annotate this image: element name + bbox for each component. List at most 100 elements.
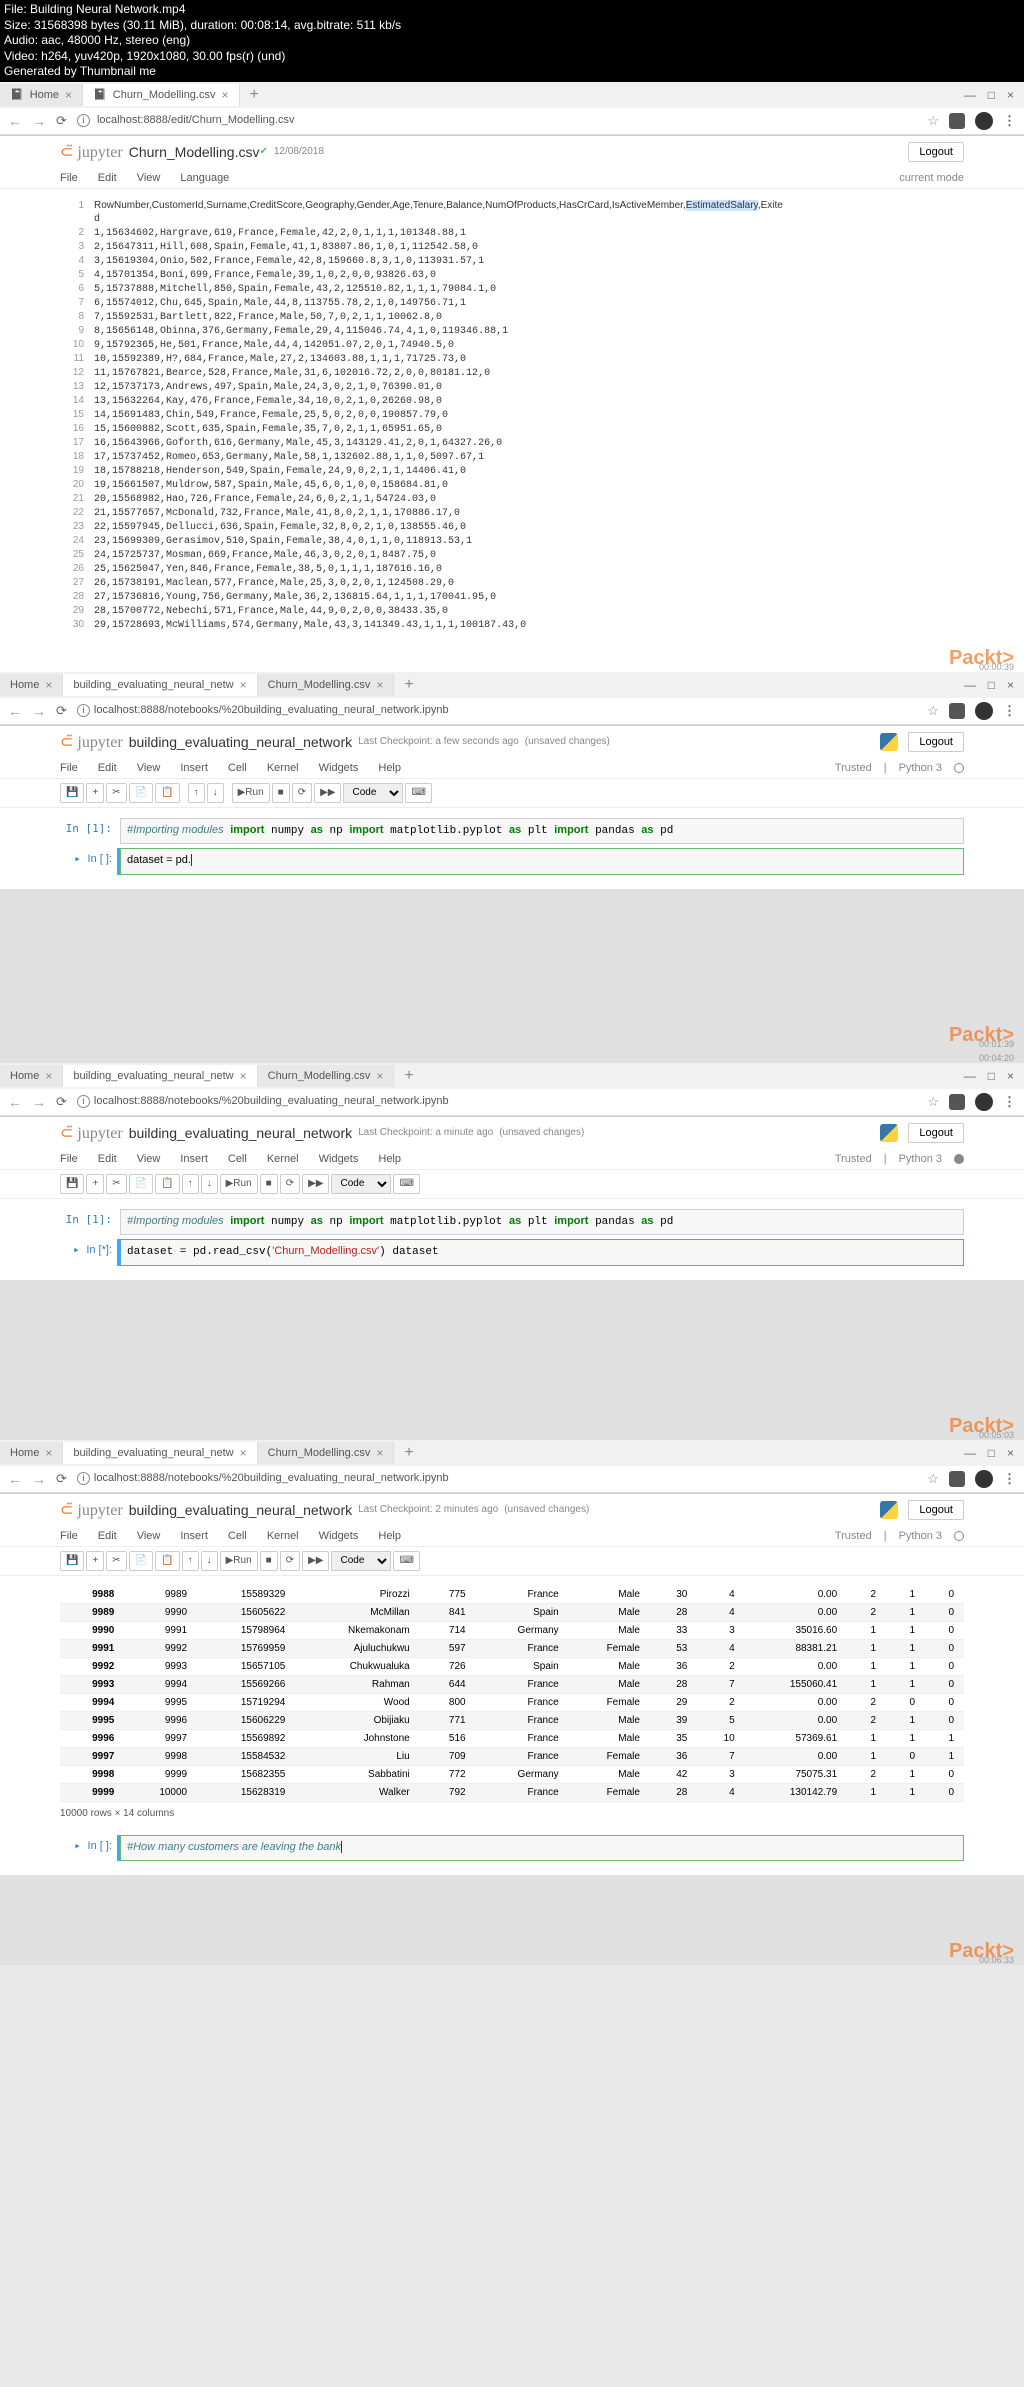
close-icon[interactable]: × [45, 1446, 52, 1460]
tab-csv[interactable]: Churn_Modelling.csv× [258, 1442, 395, 1464]
run-button[interactable]: ▶ Run [220, 1174, 258, 1194]
extension-icon[interactable] [949, 1471, 965, 1487]
forward-button[interactable]: → [32, 113, 46, 129]
address-bar[interactable]: i localhost:8888/edit/Churn_Modelling.cs… [77, 114, 917, 127]
maximize-icon[interactable]: □ [988, 1069, 995, 1083]
logout-button[interactable]: Logout [908, 142, 964, 162]
forward-button[interactable]: → [32, 1471, 46, 1487]
interrupt-button[interactable]: ■ [260, 1551, 278, 1571]
logout-button[interactable]: Logout [908, 732, 964, 752]
jupyter-logo[interactable]: ⊂̃ jupyter [60, 142, 123, 162]
tab-home[interactable]: Home× [0, 674, 63, 696]
menu-kernel[interactable]: Kernel [267, 1530, 299, 1542]
tab-notebook[interactable]: building_evaluating_neural_netw× [63, 1442, 257, 1464]
move-down-button[interactable]: ↓ [207, 783, 224, 803]
add-cell-button[interactable]: + [86, 783, 104, 803]
user-profile-icon[interactable] [975, 112, 993, 130]
notebook-title[interactable]: Churn_Modelling.csv [129, 144, 260, 160]
menu-view[interactable]: View [137, 1530, 161, 1542]
menu-widgets[interactable]: Widgets [319, 1153, 359, 1165]
jupyter-logo[interactable]: ⊂̃ jupyter [60, 1500, 123, 1520]
bookmark-icon[interactable]: ☆ [927, 703, 939, 719]
bookmark-icon[interactable]: ☆ [927, 1094, 939, 1110]
menu-edit[interactable]: Edit [98, 1530, 117, 1542]
menu-view[interactable]: View [137, 172, 161, 184]
cell-type-select[interactable]: Code [331, 1551, 391, 1571]
reload-button[interactable]: ⟳ [56, 703, 67, 719]
code-cell-1[interactable]: In [1]: #Importing modules import numpy … [60, 1209, 964, 1235]
add-tab-button[interactable]: + [240, 86, 269, 104]
close-window-icon[interactable]: × [1007, 88, 1014, 102]
menu-edit[interactable]: Edit [98, 1153, 117, 1165]
menu-edit[interactable]: Edit [98, 762, 117, 774]
paste-button[interactable]: 📋 [155, 1174, 179, 1194]
close-icon[interactable]: × [221, 88, 228, 102]
copy-button[interactable]: 📄 [129, 1551, 153, 1571]
restart-run-button[interactable]: ▶▶ [302, 1551, 329, 1571]
menu-kernel[interactable]: Kernel [267, 762, 299, 774]
code-cell-1[interactable]: In [1]: #Importing modules import numpy … [60, 818, 964, 844]
browser-menu-icon[interactable]: ⋮ [1003, 703, 1016, 719]
menu-view[interactable]: View [137, 1153, 161, 1165]
restart-run-button[interactable]: ▶▶ [302, 1174, 329, 1194]
menu-insert[interactable]: Insert [180, 1153, 208, 1165]
close-icon[interactable]: × [65, 88, 72, 102]
tab-notebook[interactable]: building_evaluating_neural_netw× [63, 1065, 257, 1087]
save-button[interactable]: 💾 [60, 1551, 84, 1571]
logout-button[interactable]: Logout [908, 1123, 964, 1143]
menu-insert[interactable]: Insert [180, 762, 208, 774]
run-button[interactable]: ▶ Run [232, 783, 270, 803]
bookmark-icon[interactable]: ☆ [927, 113, 939, 129]
address-bar[interactable]: ilocalhost:8888/notebooks/%20building_ev… [77, 1095, 917, 1108]
menu-language[interactable]: Language [180, 172, 229, 184]
csv-editor[interactable]: 1RowNumber,CustomerId,Surname,CreditScor… [0, 189, 1024, 652]
save-button[interactable]: 💾 [60, 1174, 84, 1194]
menu-file[interactable]: File [60, 762, 78, 774]
paste-button[interactable]: 📋 [155, 1551, 179, 1571]
browser-menu-icon[interactable]: ⋮ [1003, 1471, 1016, 1487]
notebook-title[interactable]: building_evaluating_neural_network [129, 1125, 352, 1141]
close-window-icon[interactable]: × [1007, 1446, 1014, 1460]
restart-button[interactable]: ⟳ [280, 1174, 300, 1194]
forward-button[interactable]: → [32, 703, 46, 719]
menu-view[interactable]: View [137, 762, 161, 774]
logout-button[interactable]: Logout [908, 1500, 964, 1520]
address-bar[interactable]: ilocalhost:8888/notebooks/%20building_ev… [77, 704, 917, 717]
menu-edit[interactable]: Edit [98, 172, 117, 184]
menu-widgets[interactable]: Widgets [319, 762, 359, 774]
menu-file[interactable]: File [60, 1530, 78, 1542]
tab-home[interactable]: 📓 Home × [0, 84, 83, 106]
user-profile-icon[interactable] [975, 1093, 993, 1111]
maximize-icon[interactable]: □ [988, 678, 995, 692]
minimize-icon[interactable]: — [964, 88, 976, 102]
menu-cell[interactable]: Cell [228, 762, 247, 774]
menu-help[interactable]: Help [378, 1153, 401, 1165]
trusted-label[interactable]: Trusted [835, 1530, 872, 1542]
menu-cell[interactable]: Cell [228, 1153, 247, 1165]
command-palette-button[interactable]: ⌨ [393, 1551, 419, 1571]
move-up-button[interactable]: ↑ [182, 1174, 199, 1194]
menu-help[interactable]: Help [378, 762, 401, 774]
back-button[interactable]: ← [8, 1471, 22, 1487]
tab-home[interactable]: Home× [0, 1442, 63, 1464]
close-icon[interactable]: × [376, 1446, 383, 1460]
menu-help[interactable]: Help [378, 1530, 401, 1542]
address-bar[interactable]: ilocalhost:8888/notebooks/%20building_ev… [77, 1472, 917, 1485]
interrupt-button[interactable]: ■ [260, 1174, 278, 1194]
restart-button[interactable]: ⟳ [292, 783, 312, 803]
cut-button[interactable]: ✂ [106, 1551, 126, 1571]
tab-churn-csv[interactable]: 📓 Churn_Modelling.csv × [83, 84, 239, 106]
copy-button[interactable]: 📄 [129, 783, 153, 803]
tab-home[interactable]: Home× [0, 1065, 63, 1087]
maximize-icon[interactable]: □ [988, 88, 995, 102]
forward-button[interactable]: → [32, 1094, 46, 1110]
add-cell-button[interactable]: + [86, 1551, 104, 1571]
bookmark-icon[interactable]: ☆ [927, 1471, 939, 1487]
interrupt-button[interactable]: ■ [272, 783, 290, 803]
move-up-button[interactable]: ↑ [182, 1551, 199, 1571]
minimize-icon[interactable]: — [964, 678, 976, 692]
notebook-title[interactable]: building_evaluating_neural_network [129, 1502, 352, 1518]
restart-button[interactable]: ⟳ [280, 1551, 300, 1571]
move-down-button[interactable]: ↓ [201, 1551, 218, 1571]
close-icon[interactable]: × [376, 678, 383, 692]
